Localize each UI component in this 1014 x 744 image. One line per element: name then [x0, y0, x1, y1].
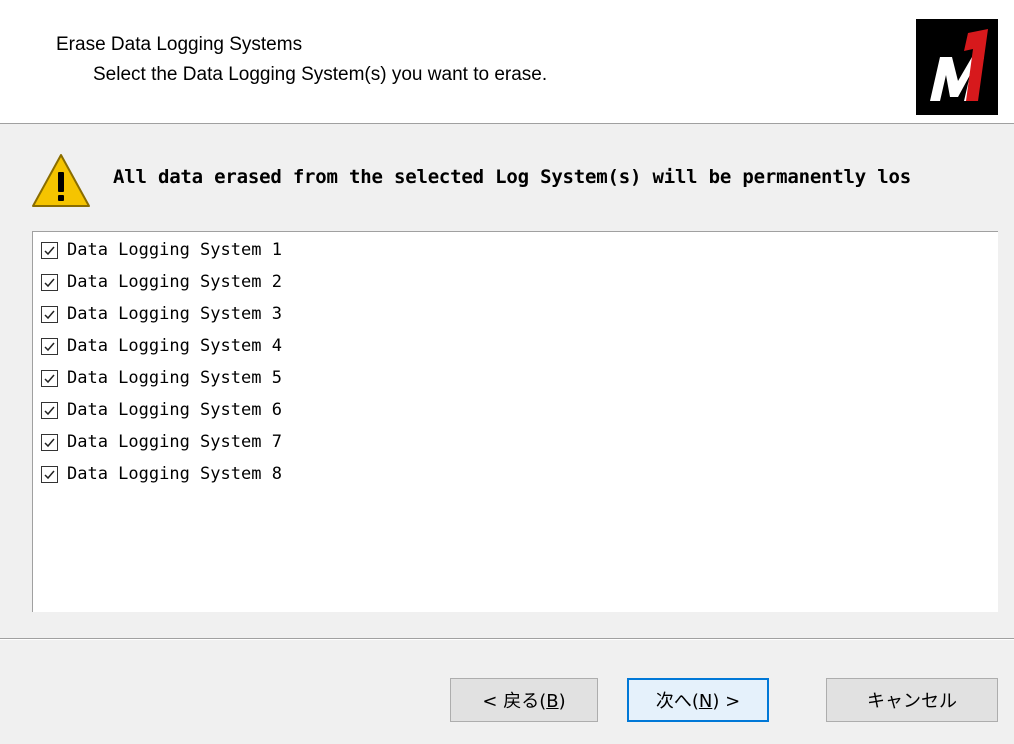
checkbox[interactable] — [41, 305, 58, 323]
checkbox[interactable] — [41, 401, 58, 419]
system-checklist[interactable]: Data Logging System 1 Data Logging Syste… — [32, 231, 998, 612]
wizard-header: Erase Data Logging Systems Select the Da… — [0, 0, 1014, 124]
back-button-prefix: < 戻る( — [482, 691, 547, 712]
checkbox[interactable] — [41, 337, 58, 355]
list-item-system-2[interactable]: Data Logging System 2 — [41, 268, 282, 296]
list-item-label: Data Logging System 4 — [67, 336, 282, 356]
next-button-suffix: ) > — [712, 691, 741, 712]
list-item-label: Data Logging System 2 — [67, 272, 282, 292]
list-item-label: Data Logging System 1 — [67, 240, 282, 260]
list-item-system-4[interactable]: Data Logging System 4 — [41, 332, 282, 360]
next-button-mnemonic: N — [698, 691, 713, 712]
back-button[interactable]: < 戻る(B) — [450, 678, 598, 722]
list-item-system-3[interactable]: Data Logging System 3 — [41, 300, 282, 328]
warning-text: All data erased from the selected Log Sy… — [113, 166, 911, 188]
cancel-button[interactable]: キャンセル — [826, 678, 998, 722]
checkbox[interactable] — [41, 433, 58, 451]
page-subtitle: Select the Data Logging System(s) you wa… — [93, 64, 548, 85]
footer-divider — [0, 638, 1014, 640]
checkbox[interactable] — [41, 241, 58, 259]
back-button-mnemonic: B — [546, 691, 559, 712]
list-item-label: Data Logging System 8 — [67, 464, 282, 484]
back-button-suffix: ) — [558, 691, 566, 712]
list-item-label: Data Logging System 6 — [67, 400, 282, 420]
list-item-label: Data Logging System 7 — [67, 432, 282, 452]
next-button-prefix: 次へ( — [655, 691, 699, 712]
list-item-system-5[interactable]: Data Logging System 5 — [41, 364, 282, 392]
cancel-button-label: キャンセル — [867, 691, 957, 712]
checkbox[interactable] — [41, 465, 58, 483]
list-item-system-1[interactable]: Data Logging System 1 — [41, 236, 282, 264]
checkbox[interactable] — [41, 273, 58, 291]
checkbox[interactable] — [41, 369, 58, 387]
next-button[interactable]: 次へ(N) > — [627, 678, 769, 722]
warning-triangle-icon — [30, 152, 92, 210]
list-item-system-8[interactable]: Data Logging System 8 — [41, 460, 282, 488]
page-title: Erase Data Logging Systems — [56, 34, 303, 55]
list-item-label: Data Logging System 5 — [67, 368, 282, 388]
list-item-system-6[interactable]: Data Logging System 6 — [41, 396, 282, 424]
warning-row: All data erased from the selected Log Sy… — [30, 152, 1014, 210]
list-item-label: Data Logging System 3 — [67, 304, 282, 324]
m1-logo — [916, 19, 998, 115]
list-item-system-7[interactable]: Data Logging System 7 — [41, 428, 282, 456]
